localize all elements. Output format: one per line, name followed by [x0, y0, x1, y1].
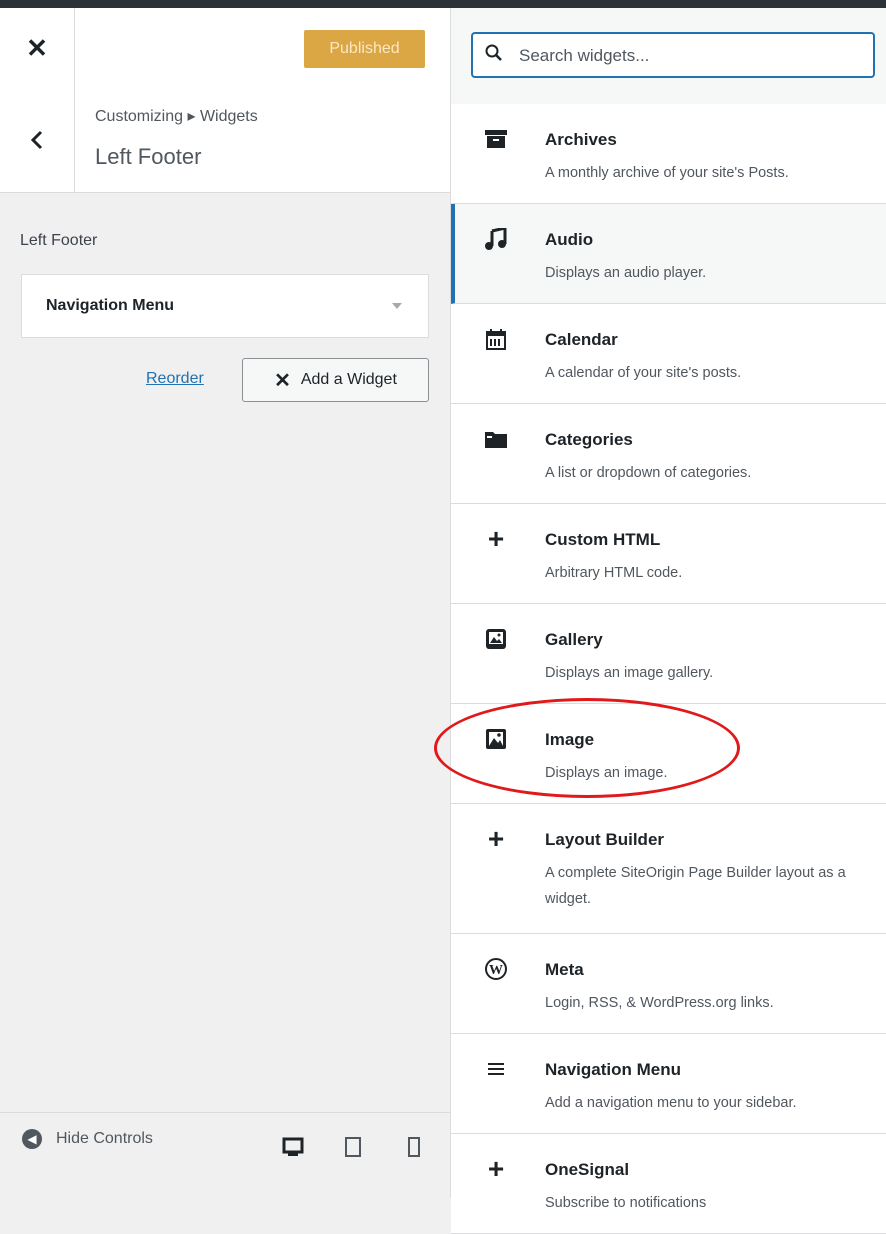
widget-item-custom-html[interactable]: + Custom HTML Arbitrary HTML code. [451, 504, 886, 604]
widget-description: A monthly archive of your site's Posts. [545, 165, 789, 181]
widget-name: Categories [545, 430, 633, 449]
widget-name: Navigation Menu [545, 1060, 682, 1079]
customizer-panel: ✕ Published Customizing ▸ Widgets Left F… [0, 8, 450, 1199]
reorder-link[interactable]: Reorder [146, 370, 204, 388]
widget-description: Subscribe to notifications [545, 1195, 707, 1211]
widget-item-meta[interactable]: W Meta Login, RSS, & WordPress.org links… [451, 934, 886, 1034]
widget-description: A list or dropdown of categories. [545, 465, 752, 481]
back-button[interactable] [0, 88, 75, 192]
calendar-icon [485, 328, 507, 350]
widget-name: OneSignal [545, 1160, 630, 1179]
widget-item-audio[interactable]: Audio Displays an audio player. [451, 204, 886, 304]
widget-description: Displays an audio player. [545, 265, 707, 281]
mobile-icon[interactable] [408, 1137, 420, 1157]
widget-name: Layout Builder [545, 830, 665, 849]
widget-name: Gallery [545, 630, 603, 649]
widget-description: Displays an image. [545, 765, 668, 781]
widget-name: Audio [545, 230, 594, 249]
widget-description: Arbitrary HTML code. [545, 565, 683, 581]
widget-item-calendar[interactable]: Calendar A calendar of your site's posts… [451, 304, 886, 404]
widget-title: Navigation Menu [46, 297, 175, 314]
chevron-left-icon [30, 130, 43, 150]
widget-description: A complete SiteOrigin Page Builder layou… [545, 865, 846, 907]
gallery-icon [485, 628, 507, 650]
widget-name: Custom HTML [545, 530, 661, 549]
close-button[interactable]: ✕ [0, 8, 75, 88]
svg-text:W: W [489, 963, 503, 978]
widget-item-layout-builder[interactable]: + Layout Builder A complete SiteOrigin P… [451, 804, 886, 934]
widget-name: Image [545, 730, 595, 749]
add-widget-label: Add a Widget [300, 371, 397, 388]
widget-item-gallery[interactable]: Gallery Displays an image gallery. [451, 604, 886, 704]
wordpress-icon: W [485, 958, 507, 980]
plus-icon: + [487, 523, 505, 554]
widget-item-archives[interactable]: Archives A monthly archive of your site'… [451, 104, 886, 204]
publish-button[interactable]: Published [304, 30, 425, 68]
search-input[interactable] [517, 34, 861, 78]
available-widgets-panel: Archives A monthly archive of your site'… [450, 8, 886, 1234]
close-icon: ✕ [274, 369, 291, 392]
plus-icon: + [487, 823, 505, 854]
widget-description: Displays an image gallery. [545, 665, 714, 681]
widget-description: A calendar of your site's posts. [545, 365, 742, 381]
plus-icon: + [487, 1153, 505, 1184]
desktop-icon[interactable] [282, 1137, 304, 1157]
widget-description: Add a navigation menu to your sidebar. [545, 1095, 797, 1111]
search-area [451, 8, 886, 105]
widget-navigation-menu[interactable]: Navigation Menu [21, 274, 429, 338]
widget-item-onesignal[interactable]: + OneSignal Subscribe to notifications [451, 1134, 886, 1234]
collapse-icon: ◀ [22, 1129, 42, 1149]
caret-down-icon[interactable] [392, 303, 402, 309]
section-header: Customizing ▸ Widgets Left Footer [0, 88, 450, 193]
search-icon [485, 44, 502, 61]
search-box[interactable] [471, 32, 875, 78]
widget-name: Calendar [545, 330, 618, 349]
menu-icon [485, 1058, 507, 1080]
widget-item-image[interactable]: Image Displays an image. [451, 704, 886, 804]
tablet-icon[interactable] [345, 1137, 361, 1157]
widget-area-label: Left Footer [20, 232, 98, 249]
customizer-header: ✕ Published [0, 8, 450, 89]
hide-controls-button[interactable]: ◀ Hide Controls [22, 1129, 153, 1149]
archive-icon [485, 128, 507, 150]
close-icon: ✕ [26, 32, 48, 63]
widget-item-categories[interactable]: Categories A list or dropdown of categor… [451, 404, 886, 504]
widget-item-navigation-menu[interactable]: Navigation Menu Add a navigation menu to… [451, 1034, 886, 1134]
music-icon [485, 228, 507, 250]
customizer-footer: ◀ Hide Controls [0, 1112, 450, 1199]
hide-controls-label: Hide Controls [56, 1130, 153, 1147]
widget-name: Archives [545, 130, 617, 149]
image-icon [485, 728, 507, 750]
widget-description: Login, RSS, & WordPress.org links. [545, 995, 774, 1011]
top-bar [0, 0, 886, 8]
widget-name: Meta [545, 960, 584, 979]
folder-icon [485, 428, 507, 450]
widget-list: Archives A monthly archive of your site'… [451, 104, 886, 1234]
section-title: Left Footer [95, 144, 202, 169]
breadcrumb: Customizing ▸ Widgets [95, 108, 258, 125]
add-widget-button[interactable]: ✕ Add a Widget [242, 358, 429, 402]
